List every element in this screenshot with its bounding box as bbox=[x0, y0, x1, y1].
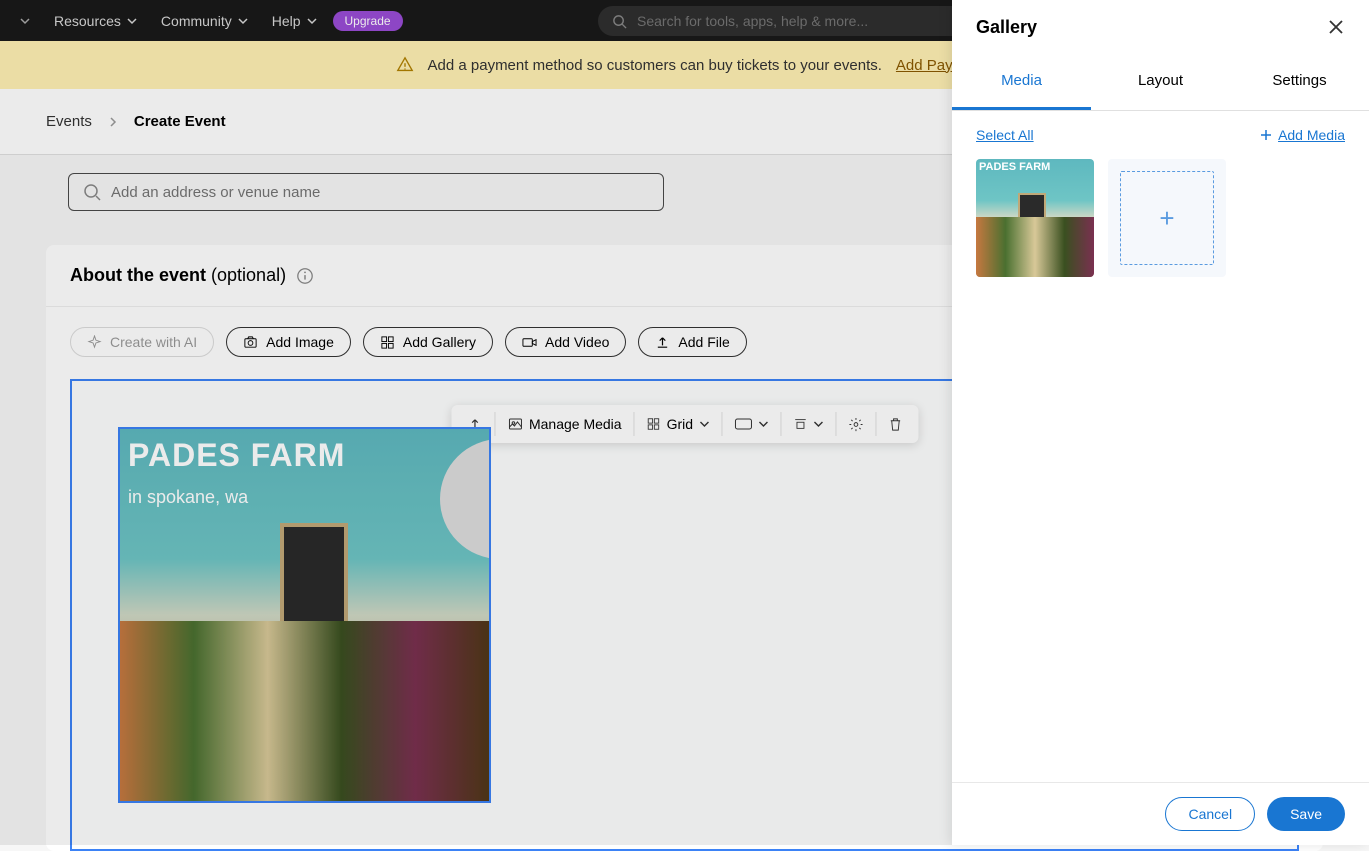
tab-media[interactable]: Media bbox=[952, 54, 1091, 110]
address-input-wrap[interactable] bbox=[68, 173, 664, 211]
manage-media-button[interactable]: Manage Media bbox=[497, 409, 632, 439]
cancel-button[interactable]: Cancel bbox=[1165, 797, 1255, 831]
pill-label: Add Gallery bbox=[403, 334, 476, 350]
gallery-toolbar: Manage Media Grid bbox=[451, 405, 918, 443]
gallery-panel: Gallery Media Layout Settings Select All… bbox=[952, 0, 1369, 845]
panel-title: Gallery bbox=[976, 17, 1037, 38]
add-file-button[interactable]: Add File bbox=[638, 327, 746, 357]
delete-button[interactable] bbox=[878, 409, 912, 439]
nav-label: Help bbox=[272, 13, 301, 29]
create-with-ai-button[interactable]: Create with AI bbox=[70, 327, 214, 357]
add-media-link[interactable]: Add Media bbox=[1260, 127, 1345, 143]
chevron-down-icon bbox=[238, 16, 248, 26]
chevron-down-icon bbox=[758, 419, 768, 429]
plus-icon bbox=[1260, 129, 1272, 141]
upgrade-button[interactable]: Upgrade bbox=[333, 11, 403, 31]
ratio-button[interactable] bbox=[724, 409, 778, 439]
save-button[interactable]: Save bbox=[1267, 797, 1345, 831]
select-all-link[interactable]: Select All bbox=[976, 127, 1034, 143]
trash-icon bbox=[888, 417, 902, 432]
image-text: PADES FARM bbox=[128, 437, 345, 474]
search-icon bbox=[83, 183, 101, 201]
close-icon[interactable] bbox=[1327, 18, 1345, 36]
nav-resources[interactable]: Resources bbox=[42, 0, 149, 41]
add-gallery-button[interactable]: Add Gallery bbox=[363, 327, 493, 357]
crumb-current: Create Event bbox=[134, 113, 226, 130]
chevron-right-icon bbox=[108, 117, 118, 127]
label: Manage Media bbox=[529, 416, 622, 432]
tab-settings[interactable]: Settings bbox=[1230, 54, 1369, 110]
ratio-icon bbox=[734, 417, 752, 431]
align-icon bbox=[793, 417, 807, 431]
add-video-button[interactable]: Add Video bbox=[505, 327, 626, 357]
image-text: in spokane, wa bbox=[128, 487, 248, 508]
settings-button[interactable] bbox=[838, 409, 873, 439]
gallery-image[interactable]: PADES FARM in spokane, wa bbox=[118, 427, 491, 803]
nav-community[interactable]: Community bbox=[149, 0, 260, 41]
nav-label: Community bbox=[161, 13, 232, 29]
add-image-button[interactable]: Add Image bbox=[226, 327, 351, 357]
plus-icon: + bbox=[1120, 171, 1214, 265]
pill-label: Create with AI bbox=[110, 334, 197, 350]
add-media-label: Add Media bbox=[1278, 127, 1345, 143]
pill-label: Add Image bbox=[266, 334, 334, 350]
panel-tabs: Media Layout Settings bbox=[952, 54, 1369, 111]
tab-layout[interactable]: Layout bbox=[1091, 54, 1230, 110]
media-icon bbox=[507, 416, 523, 432]
chevron-down-icon bbox=[127, 16, 137, 26]
sparkle-icon bbox=[87, 335, 102, 350]
gear-icon bbox=[848, 417, 863, 432]
grid-icon bbox=[647, 417, 661, 431]
chevron-down-icon bbox=[699, 419, 709, 429]
nav-label: Resources bbox=[54, 13, 121, 29]
nav-back-chevron[interactable] bbox=[8, 0, 42, 41]
camera-icon bbox=[243, 335, 258, 350]
align-button[interactable] bbox=[783, 409, 833, 439]
address-input[interactable] bbox=[111, 184, 649, 201]
layout-grid-button[interactable]: Grid bbox=[637, 409, 719, 439]
search-icon bbox=[612, 14, 627, 29]
pill-label: Add File bbox=[678, 334, 729, 350]
chevron-down-icon bbox=[307, 16, 317, 26]
pill-label: Add Video bbox=[545, 334, 609, 350]
add-media-slot[interactable]: + bbox=[1108, 159, 1226, 277]
banner-text: Add a payment method so customers can bu… bbox=[428, 57, 882, 74]
info-icon[interactable] bbox=[296, 267, 314, 285]
upload-icon bbox=[655, 335, 670, 350]
chevron-down-icon bbox=[813, 419, 823, 429]
image-produce bbox=[120, 621, 489, 801]
gallery-icon bbox=[380, 335, 395, 350]
video-icon bbox=[522, 335, 537, 350]
chevron-down-icon bbox=[19, 15, 31, 27]
about-title: About the event (optional) bbox=[70, 265, 286, 286]
image-sign bbox=[280, 523, 348, 633]
warning-icon bbox=[396, 56, 414, 74]
crumb-events[interactable]: Events bbox=[46, 113, 92, 130]
label: Grid bbox=[667, 416, 693, 432]
nav-help[interactable]: Help bbox=[260, 0, 329, 41]
media-thumbnail[interactable]: PADES FARM bbox=[976, 159, 1094, 277]
